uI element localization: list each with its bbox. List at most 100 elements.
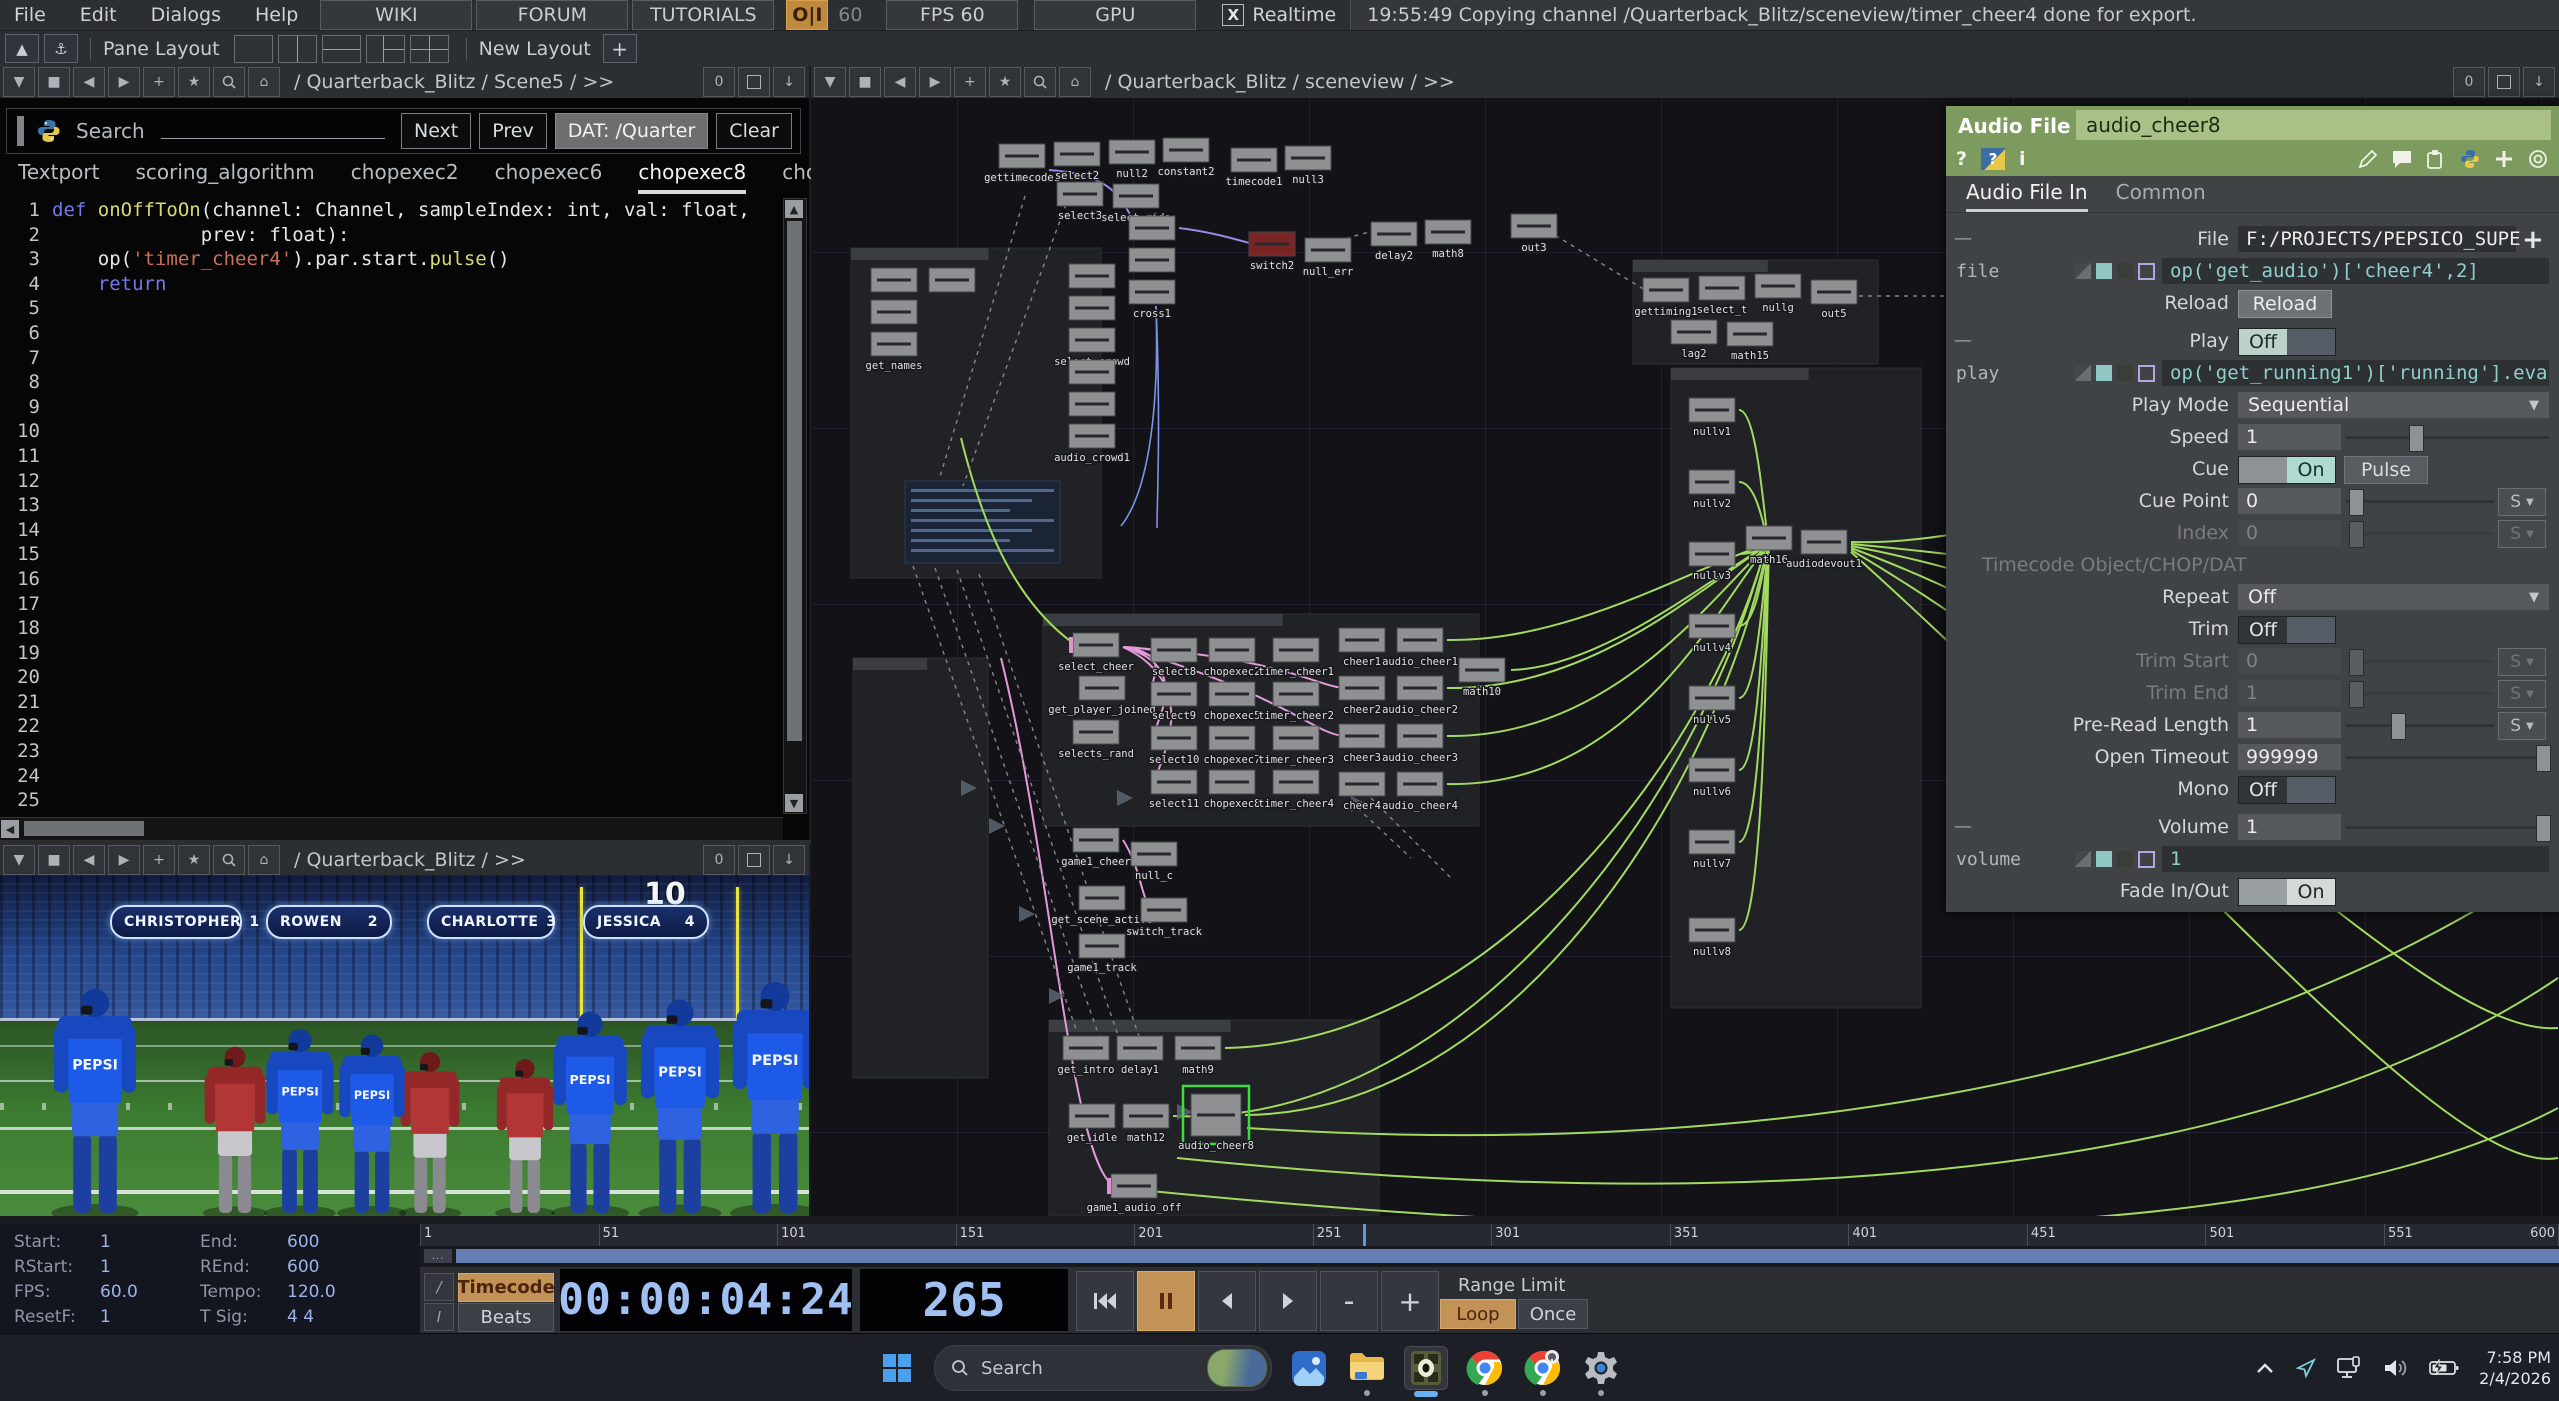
param-slider-handle[interactable] [2349,649,2364,676]
network-node[interactable]: constant2 [1158,138,1215,178]
param-value-field[interactable]: 0 [2238,520,2341,546]
playhead[interactable] [1363,1224,1366,1246]
add-icon[interactable]: + [143,67,175,97]
forward-icon[interactable]: ▶ [919,67,951,97]
back-icon[interactable]: ◀ [73,845,105,875]
param-value-field[interactable]: 1 [2238,712,2341,738]
param-value-field[interactable]: 0 [2238,648,2341,674]
network-node[interactable]: delay2 [1371,222,1417,262]
network-node[interactable]: get_scene_active [1051,886,1152,926]
network-node[interactable]: math15 [1727,322,1773,362]
home-icon[interactable]: ⌂ [248,67,280,97]
drag-grip[interactable] [17,116,24,146]
code-area[interactable]: 1def onOffToOn(channel: Channel, sampleI… [0,198,783,816]
param-value-field[interactable]: 999999 [2238,744,2341,770]
search-network-icon[interactable] [213,845,245,875]
network-node[interactable]: cheer1 [1339,628,1385,668]
network-node[interactable] [1069,360,1115,384]
network-node[interactable]: select3 [1057,182,1103,222]
editor-tab-chopexec6[interactable]: chopexec6 [495,160,603,194]
param-value-field[interactable]: 1 [2238,814,2341,840]
network-node[interactable]: nullv3 [1689,542,1735,582]
search-next-button[interactable]: Next [401,113,471,149]
network-node[interactable]: cross1 [1129,280,1175,320]
network-node[interactable]: null_err [1303,238,1354,278]
maximize-icon[interactable] [738,845,770,875]
param-button-pulse[interactable]: Pulse [2344,456,2428,484]
pane-stop-icon[interactable]: ■ [849,67,881,97]
network-node[interactable]: math12 [1123,1104,1169,1144]
param-toggle-cue[interactable]: On [2238,456,2336,484]
home-icon[interactable]: ⌂ [1059,67,1091,97]
new-layout-add-button[interactable]: + [603,34,637,63]
param-slider-track[interactable] [2346,660,2494,663]
param-expression-field[interactable]: 1 [2162,846,2549,872]
network-node[interactable]: out3 [1511,214,1557,254]
system-clock[interactable]: 7:58 PM 2/4/2026 [2479,1347,2551,1389]
field-value[interactable]: 4 4 [287,1307,314,1327]
network-node[interactable]: select2 [1054,142,1100,182]
windows-start-button[interactable] [876,1347,918,1389]
network-node[interactable]: select10 [1149,726,1200,766]
operator-name-field[interactable]: audio_cheer8 [2076,110,2551,140]
network-node[interactable]: null2 [1109,140,1155,180]
collapse-pane-icon[interactable]: ↓ [773,845,805,875]
network-node[interactable]: cheer3 [1339,724,1385,764]
param-mode-square[interactable] [2096,263,2112,279]
scroll-left-icon[interactable]: ◀ [1,820,19,838]
param-slider-handle[interactable] [2409,425,2424,452]
network-node[interactable]: null3 [1285,146,1331,186]
scrollbar-thumb[interactable] [24,821,144,836]
forward-icon[interactable]: ▶ [108,845,140,875]
network-node[interactable]: get_names [866,332,923,372]
maximize-pane-icon[interactable]: ▲ [5,34,39,63]
field-value[interactable]: 600 [287,1232,319,1252]
viewer-breadcrumb[interactable]: / Quarterback_Blitz / >> [294,849,526,871]
home-icon[interactable]: ⌂ [248,845,280,875]
back-icon[interactable]: ◀ [73,67,105,97]
python-help-icon[interactable]: ? [1981,148,2005,170]
file-browse-plus-icon[interactable]: + [2522,225,2544,255]
edit-pencil-icon[interactable] [2357,148,2379,170]
network-node[interactable]: select9 [1151,682,1197,722]
param-mode-square[interactable] [2117,263,2133,279]
step-forward-button[interactable] [1259,1271,1317,1331]
battery-icon[interactable] [2429,1359,2459,1377]
touchdesigner-app-icon[interactable] [1404,1346,1448,1390]
add-parameter-icon[interactable] [2493,148,2515,170]
forum-button[interactable]: FORUM [476,0,628,30]
search-input[interactable] [161,138,385,139]
param-slider-handle[interactable] [2349,681,2364,708]
network-node[interactable]: nullv4 [1689,614,1735,654]
maximize-icon[interactable] [2488,67,2520,97]
editor-tab-chopexec2[interactable]: chopexec2 [351,160,459,194]
param-expression-field[interactable]: op('get_audio')['cheer4',2] [2162,258,2549,284]
comment-icon[interactable] [2391,148,2413,170]
network-node[interactable]: chopexec5 [1204,682,1261,722]
param-value-field[interactable]: 0 [2238,488,2341,514]
param-slider-track[interactable] [2346,756,2549,759]
param-slider-track[interactable] [2346,500,2494,503]
network-node[interactable]: nullv5 [1689,686,1735,726]
menu-item-dialogs[interactable]: Dialogs [151,4,221,26]
bookmark-icon[interactable]: ★ [178,67,210,97]
menu-item-edit[interactable]: Edit [80,4,117,26]
field-value[interactable]: 1 [100,1232,111,1252]
scroll-down-icon[interactable]: ▼ [785,794,803,812]
network-node[interactable] [1069,264,1115,288]
network-node[interactable]: timecode1 [1226,148,1283,188]
network-node[interactable]: chopexec8 [1204,770,1261,810]
network-node[interactable] [1069,392,1115,416]
param-expression-field[interactable]: op('get_running1')['running'].eva [2162,360,2549,386]
network-node[interactable] [871,268,917,292]
pane-stop-icon[interactable]: ■ [38,67,70,97]
param-mode-square[interactable] [2117,365,2133,381]
network-node[interactable]: select8 [1151,638,1197,678]
realtime-checkbox[interactable]: X [1222,4,1244,26]
param-slider-handle[interactable] [2349,521,2364,548]
param-slider-track[interactable] [2346,532,2494,535]
param-menu-repeat[interactable]: Off▼ [2238,584,2549,610]
taskbar-search[interactable]: Search [934,1345,1272,1391]
editor-tab-Textport[interactable]: Textport [18,160,99,194]
settings-gear-icon[interactable] [1580,1347,1622,1389]
